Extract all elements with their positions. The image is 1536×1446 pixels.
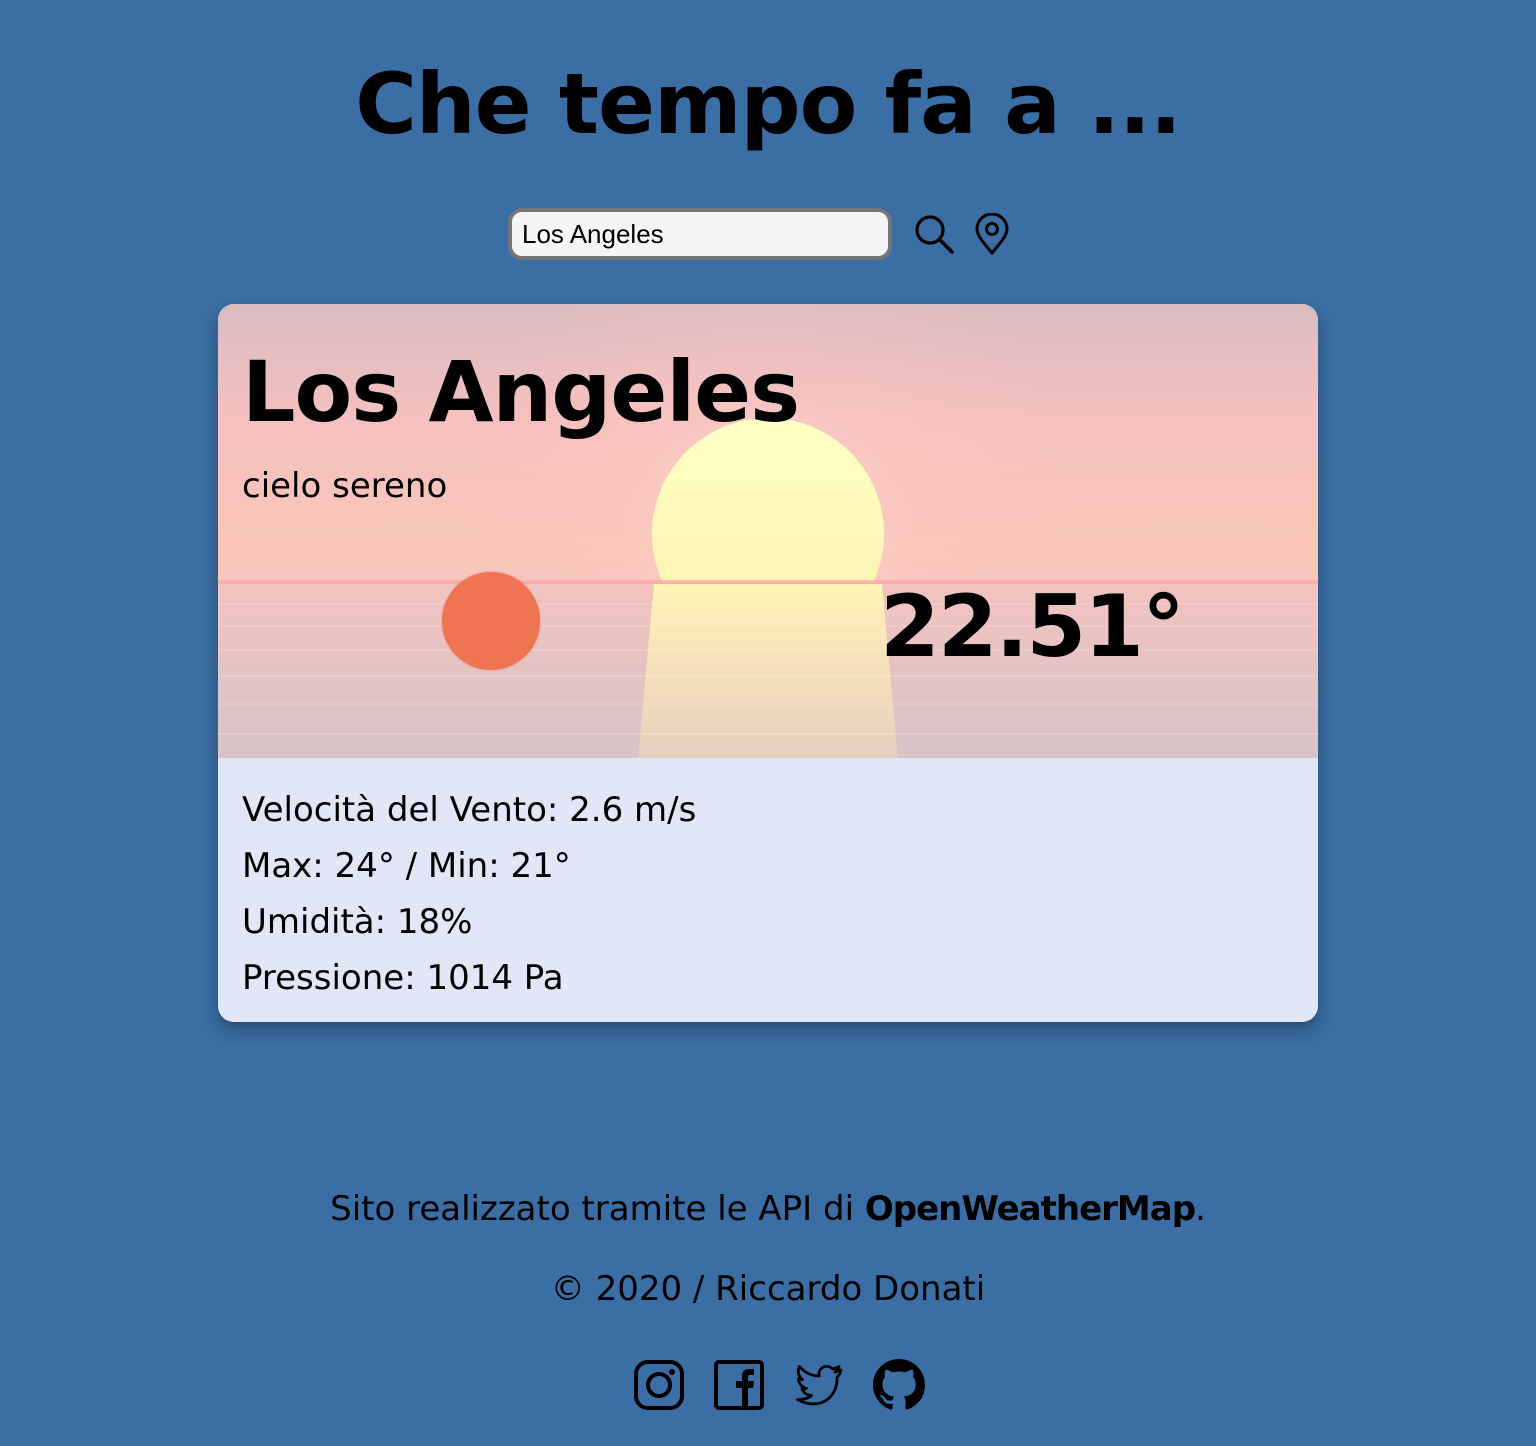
weather-description: cielo sereno — [242, 466, 448, 506]
temperature: 22.51° — [880, 577, 1185, 677]
weather-details: Velocità del Vento: 2.6 m/s Max: 24° / M… — [242, 782, 696, 1006]
facebook-link[interactable] — [712, 1358, 766, 1412]
instagram-link[interactable] — [632, 1358, 686, 1412]
twitter-icon — [796, 1365, 843, 1406]
page-title: Che tempo fa a ... — [355, 55, 1182, 153]
humidity: Umidità: 18% — [242, 902, 473, 942]
search-button[interactable] — [910, 210, 958, 258]
city-name: Los Angeles — [242, 343, 800, 441]
copyright: © 2020 / Riccardo Donati — [550, 1269, 986, 1309]
twitter-link[interactable] — [792, 1358, 846, 1412]
footer-credit: Sito realizzato tramite le API di OpenWe… — [0, 1184, 1536, 1234]
credit-suffix: . — [1195, 1189, 1206, 1229]
github-link[interactable] — [872, 1358, 926, 1412]
social-links — [632, 1358, 952, 1412]
openweathermap-link[interactable]: OpenWeatherMap — [865, 1189, 1196, 1229]
github-icon — [873, 1359, 925, 1410]
wind-speed: Velocità del Vento: 2.6 m/s — [242, 790, 697, 830]
credit-prefix: Sito realizzato tramite le API di — [330, 1189, 865, 1229]
facebook-icon — [714, 1360, 764, 1410]
pressure: Pressione: 1014 Pa — [242, 958, 564, 998]
location-pin-icon — [975, 213, 1009, 255]
city-search-input[interactable] — [508, 208, 892, 260]
instagram-icon — [634, 1360, 684, 1410]
weather-hero: Los Angeles cielo sereno 22.51° — [218, 304, 1318, 758]
max-min-temperature: Max: 24° / Min: 21° — [242, 846, 571, 886]
sun-icon — [442, 572, 540, 670]
weather-card: Los Angeles cielo sereno 22.51° Velocità… — [218, 304, 1318, 1022]
location-button[interactable] — [968, 210, 1016, 258]
search-icon — [915, 215, 954, 254]
search-bar — [508, 204, 1016, 264]
